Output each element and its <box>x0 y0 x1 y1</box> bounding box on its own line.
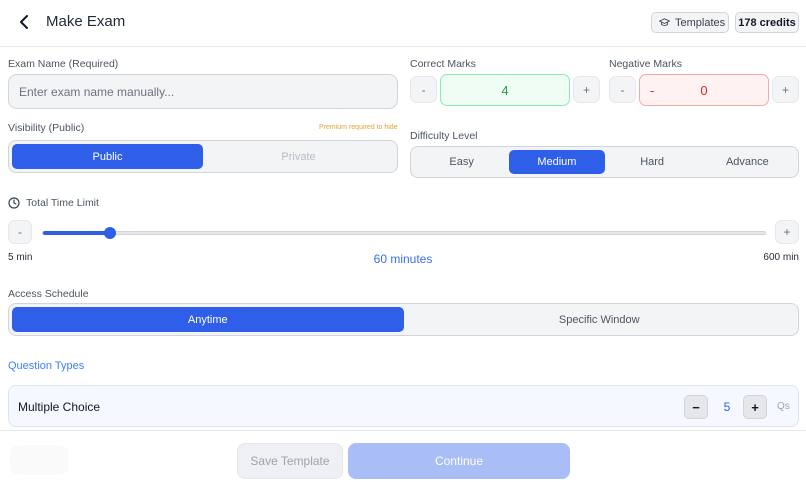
question-type-name: Multiple Choice <box>18 400 101 414</box>
graduation-cap-icon <box>659 18 670 26</box>
time-slider-thumb[interactable] <box>103 227 116 239</box>
top-bar: Make Exam Templates 178 credits <box>0 0 806 47</box>
question-type-card: Multiple Choice − 5 + Qs <box>8 385 799 427</box>
negative-marks-label: Negative Marks <box>609 58 682 70</box>
negative-sign: - <box>650 83 655 98</box>
back-arrow-icon <box>20 15 28 29</box>
time-decrement-button[interactable]: - <box>8 220 32 244</box>
negative-marks-increment-button[interactable]: + <box>772 76 799 103</box>
time-slider[interactable] <box>42 227 766 239</box>
visibility-label: Visibility (Public) <box>8 122 85 134</box>
access-schedule-toggle: Anytime Specific Window <box>8 303 799 336</box>
credits-badge: 178 credits <box>735 12 799 33</box>
difficulty-label: Difficulty Level <box>410 130 478 142</box>
difficulty-hard-option[interactable]: Hard <box>605 150 700 174</box>
access-anytime-option[interactable]: Anytime <box>12 307 404 332</box>
question-count: 5 <box>723 400 731 414</box>
continue-button[interactable]: Continue <box>348 443 570 479</box>
visibility-private-option[interactable]: Private <box>203 144 394 169</box>
difficulty-medium-option[interactable]: Medium <box>509 150 605 174</box>
question-count-unit: Qs <box>777 401 790 412</box>
exam-name-input[interactable] <box>8 74 398 109</box>
visibility-toggle: Public Private <box>8 140 398 173</box>
correct-marks-decrement-button[interactable]: - <box>410 76 437 103</box>
save-template-button[interactable]: Save Template <box>237 443 343 479</box>
footer-bar: Save Template Continue <box>0 430 806 482</box>
correct-marks-label: Correct Marks <box>410 58 476 70</box>
question-types-title: Question Types <box>8 360 85 372</box>
correct-marks-value[interactable]: 4 <box>440 74 570 106</box>
premium-note: Premium required to hide <box>319 124 398 131</box>
question-count-decrement-button[interactable]: − <box>684 395 708 419</box>
clock-icon <box>8 197 20 209</box>
negative-marks-field[interactable]: - 0 <box>639 74 769 106</box>
negative-marks-decrement-button[interactable]: - <box>609 76 636 103</box>
time-limit-label: Total Time Limit <box>26 197 99 209</box>
time-slider-fill <box>43 231 110 235</box>
templates-label: Templates <box>675 16 726 29</box>
back-button[interactable] <box>14 12 34 32</box>
question-count-increment-button[interactable]: + <box>743 395 767 419</box>
exam-name-label: Exam Name (Required) <box>8 58 119 70</box>
difficulty-selector: Easy Medium Hard Advance <box>410 146 799 178</box>
time-value-label: 60 minutes <box>373 252 433 266</box>
templates-button[interactable]: Templates <box>651 12 729 33</box>
access-specific-window-option[interactable]: Specific Window <box>404 307 796 332</box>
visibility-public-option[interactable]: Public <box>12 144 203 169</box>
time-increment-button[interactable]: + <box>775 220 799 244</box>
difficulty-advance-option[interactable]: Advance <box>700 150 795 174</box>
page-title: Make Exam <box>46 13 126 30</box>
difficulty-easy-option[interactable]: Easy <box>414 150 509 174</box>
footer-placeholder <box>10 445 68 475</box>
negative-marks-value: 0 <box>700 82 708 98</box>
correct-marks-increment-button[interactable]: + <box>573 76 600 103</box>
access-schedule-label: Access Schedule <box>8 288 89 300</box>
